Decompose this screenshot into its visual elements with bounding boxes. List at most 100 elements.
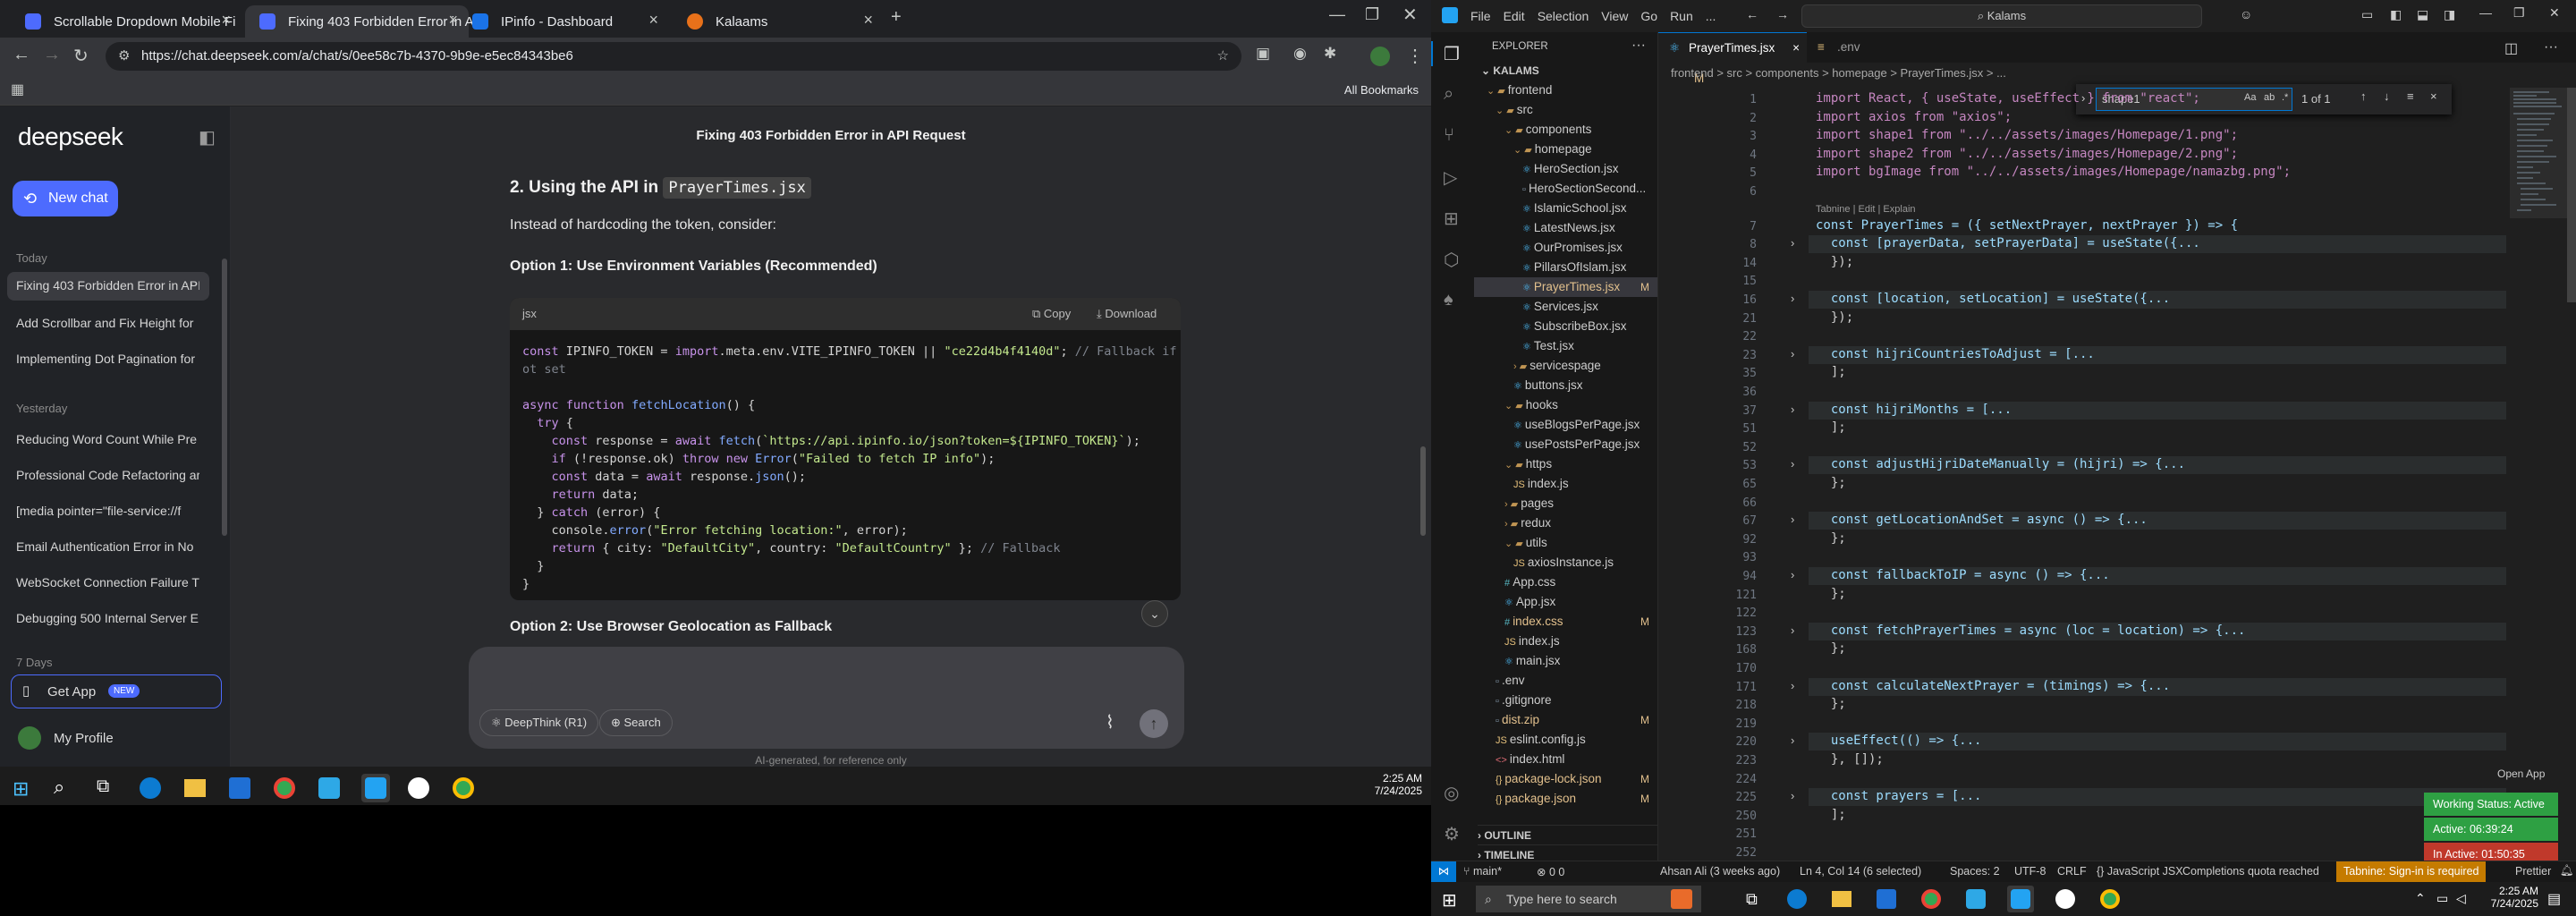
restore-icon[interactable]: ❐ bbox=[1365, 5, 1379, 24]
deepthink-toggle[interactable]: ⚛ DeepThink (R1) bbox=[479, 709, 599, 736]
tree-folder[interactable]: ⌄ ▰ frontend bbox=[1474, 81, 1657, 100]
network-icon[interactable]: ▭ bbox=[2436, 891, 2448, 906]
outline-section[interactable]: › OUTLINE bbox=[1478, 825, 1657, 844]
tree-file[interactable]: JS index.js bbox=[1474, 632, 1657, 651]
tree-file[interactable]: # App.css bbox=[1474, 572, 1657, 592]
code-lens[interactable]: Tabnine | Edit | Explain bbox=[1816, 204, 1916, 215]
chrome-tab-fixing-403[interactable]: Fixing 403 Forbidden Error in A × bbox=[245, 5, 474, 38]
forward-arrow-icon[interactable]: → bbox=[43, 45, 61, 65]
tree-file[interactable]: JS eslint.config.js bbox=[1474, 730, 1657, 750]
windows-start-icon[interactable]: ⊞ bbox=[1442, 889, 1457, 912]
close-tab-icon[interactable]: × bbox=[448, 11, 458, 30]
editor-scrollbar[interactable] bbox=[2567, 88, 2576, 302]
cursor-position[interactable]: Ln 4, Col 14 (6 selected) bbox=[1800, 865, 1921, 878]
edge-icon[interactable] bbox=[140, 777, 161, 799]
vscode-icon[interactable] bbox=[2011, 889, 2030, 909]
git-blame[interactable]: Ahsan Ali (3 weeks ago) bbox=[1660, 865, 1780, 878]
app-icon[interactable] bbox=[1966, 889, 1986, 909]
source-control-icon[interactable]: ⑂ bbox=[1444, 125, 1454, 146]
code-line[interactable]: const getLocationAndSet = async () => {.… bbox=[1816, 513, 2148, 527]
fold-chevron-icon[interactable]: › bbox=[1791, 623, 1794, 637]
tree-file[interactable]: ⚛ HeroSection.jsx bbox=[1474, 159, 1657, 179]
code-line[interactable]: useEffect(() => {... bbox=[1816, 734, 1982, 748]
history-item[interactable]: Reducing Word Count While Pre bbox=[16, 432, 199, 446]
scroll-to-bottom-icon[interactable]: ⌄ bbox=[1141, 600, 1168, 627]
tree-file[interactable]: JS axiosInstance.js bbox=[1474, 553, 1657, 572]
code-editor[interactable]: 1 import React, { useState, useEffect } f… bbox=[1658, 91, 2576, 880]
tree-folder[interactable]: ⌄ ▰ components bbox=[1474, 120, 1657, 140]
tree-folder[interactable]: › ▰ pages bbox=[1474, 494, 1657, 513]
code-line[interactable]: }); bbox=[1816, 255, 1853, 269]
restore-icon[interactable]: ❐ bbox=[2513, 5, 2525, 21]
workspace-root[interactable]: ⌄ KALAMS bbox=[1481, 61, 1539, 81]
code-line[interactable]: const hijriCountriesToAdjust = [... bbox=[1816, 347, 2095, 361]
history-item[interactable]: [media pointer="file-service://f bbox=[16, 504, 199, 518]
branch-indicator[interactable]: ⑂ main* bbox=[1463, 865, 1502, 878]
history-item[interactable]: Email Authentication Error in No bbox=[16, 539, 199, 554]
tree-file[interactable]: ▫ .env bbox=[1474, 671, 1657, 691]
code-line[interactable]: ]; bbox=[1816, 420, 1846, 435]
get-app-button[interactable]: ▯ Get App NEW bbox=[11, 674, 222, 708]
tree-folder[interactable]: › ▰ servicespage bbox=[1474, 356, 1657, 376]
split-editor-icon[interactable]: ◫ bbox=[2504, 39, 2518, 57]
back-arrow-icon[interactable]: ← bbox=[13, 45, 30, 65]
chrome-icon[interactable] bbox=[2100, 889, 2120, 909]
open-app-link[interactable]: Open App bbox=[2497, 768, 2545, 780]
close-tab-icon[interactable]: × bbox=[648, 11, 658, 30]
minimize-icon[interactable]: — bbox=[2479, 5, 2492, 20]
code-line[interactable]: import React, { useState, useEffect } fr… bbox=[1816, 91, 2200, 106]
download-button[interactable]: ⤓ Download bbox=[1097, 298, 1157, 330]
code-line[interactable]: import shape1 from "../../assets/images/… bbox=[1816, 128, 2238, 142]
new-chat-button[interactable]: ⟲ New chat bbox=[13, 181, 118, 216]
site-info-icon[interactable]: ⚙ bbox=[118, 42, 130, 71]
store-icon[interactable] bbox=[229, 777, 250, 799]
tray-arrow-icon[interactable]: ⌃ bbox=[2415, 891, 2426, 906]
close-tab-icon[interactable]: × bbox=[1792, 33, 1800, 64]
close-window-icon[interactable]: ✕ bbox=[2549, 5, 2560, 21]
volume-icon[interactable]: ◁ bbox=[2456, 891, 2466, 906]
tree-file[interactable]: ▫ .gitignore bbox=[1474, 691, 1657, 710]
tree-file[interactable]: # index.css M bbox=[1474, 612, 1657, 632]
chrome-tab-kalaams[interactable]: Kalaams × bbox=[673, 5, 884, 38]
history-item[interactable]: Fixing 403 Forbidden Error in API bbox=[16, 278, 199, 293]
code-line[interactable]: }; bbox=[1816, 476, 1846, 490]
file-explorer-icon[interactable] bbox=[1832, 891, 1852, 907]
prettier-status[interactable]: Prettier bbox=[2515, 865, 2551, 878]
profile-avatar[interactable] bbox=[18, 726, 41, 750]
menu-edit[interactable]: Edit bbox=[1504, 9, 1525, 23]
fold-chevron-icon[interactable]: › bbox=[1791, 679, 1794, 692]
settings-gear-icon[interactable]: ⚙ bbox=[1444, 823, 1460, 845]
fold-chevron-icon[interactable]: › bbox=[1791, 568, 1794, 581]
address-bar[interactable]: ⚙ https://chat.deepseek.com/a/chat/s/0ee… bbox=[106, 42, 1241, 71]
breadcrumb[interactable]: frontend > src > components > homepage >… bbox=[1658, 63, 2576, 84]
send-arrow-icon[interactable]: ↑ bbox=[1140, 709, 1168, 738]
account-icon[interactable]: ◎ bbox=[1444, 782, 1459, 804]
close-tab-icon[interactable]: × bbox=[863, 11, 873, 30]
code-line[interactable]: const PrayerTimes = ({ setNextPrayer, ne… bbox=[1816, 218, 2238, 233]
chrome-icon[interactable] bbox=[274, 777, 295, 799]
notification-center-icon[interactable]: ▤ bbox=[2547, 890, 2561, 908]
toggle-panel-icon[interactable]: ⬓ bbox=[2417, 7, 2428, 22]
tree-file[interactable]: ▫ HeroSectionSecond... bbox=[1474, 179, 1657, 199]
task-view-icon[interactable]: ⧉ bbox=[1746, 890, 1758, 909]
tree-file[interactable]: ⚛ main.jsx bbox=[1474, 651, 1657, 671]
code-line[interactable]: const calculateNextPrayer = (timings) =>… bbox=[1816, 679, 2170, 693]
tree-folder[interactable]: ⌄ ▰ homepage bbox=[1474, 140, 1657, 159]
fold-chevron-icon[interactable]: › bbox=[1791, 734, 1794, 747]
chat-scrollbar[interactable] bbox=[1420, 446, 1426, 536]
code-line[interactable]: import axios from "axios"; bbox=[1816, 110, 2012, 124]
code-line[interactable]: const [prayerData, setPrayerData] = useS… bbox=[1816, 236, 2200, 250]
layout-icon[interactable]: ▭ bbox=[2361, 7, 2373, 22]
menu-selection[interactable]: Selection bbox=[1538, 9, 1589, 23]
nav-forward-icon[interactable]: → bbox=[1776, 7, 1789, 21]
line-endings[interactable]: CRLF bbox=[2057, 865, 2087, 878]
vscode-icon[interactable] bbox=[365, 777, 386, 799]
attach-paperclip-icon[interactable]: ⌇ bbox=[1106, 711, 1114, 734]
fold-chevron-icon[interactable]: › bbox=[1791, 457, 1794, 471]
toggle-secondary-sidebar-icon[interactable]: ◨ bbox=[2444, 7, 2455, 22]
history-item[interactable]: Professional Code Refactoring ar bbox=[16, 468, 199, 482]
extensions-icon[interactable]: ⊞ bbox=[1444, 208, 1459, 230]
fold-chevron-icon[interactable]: › bbox=[1791, 236, 1794, 250]
tree-folder[interactable]: › ▰ redux bbox=[1474, 513, 1657, 533]
search-icon[interactable]: ⌕ bbox=[54, 776, 64, 799]
